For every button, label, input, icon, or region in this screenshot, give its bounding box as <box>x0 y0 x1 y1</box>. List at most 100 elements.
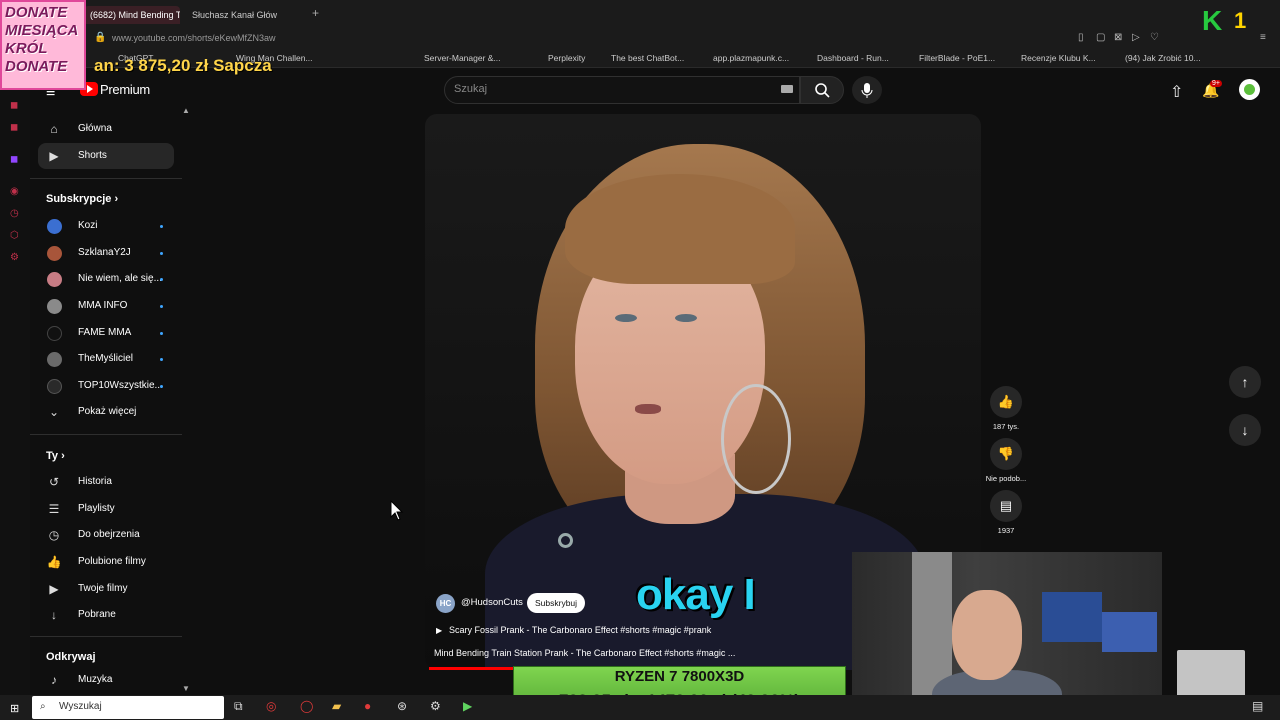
opera-gx-icon[interactable]: ◎ <box>266 699 276 713</box>
show-more-button[interactable]: ⌄ Pokaż więcej <box>38 399 174 425</box>
taskbar-search-text: Wyszukaj <box>59 701 102 712</box>
new-tab-button[interactable]: + <box>312 6 319 20</box>
settings-rail-icon[interactable]: ⚙ <box>10 252 19 263</box>
home-icon: ⌂ <box>50 122 58 136</box>
settings-icon[interactable]: ⚙ <box>430 699 441 713</box>
bookmark-item[interactable]: Perplexity <box>548 53 585 63</box>
nav-your-videos[interactable]: ▶ Twoje filmy <box>38 576 174 602</box>
play-icon[interactable]: ▷ <box>1132 32 1140 43</box>
bookmark-item[interactable]: Dashboard - Run... <box>817 53 889 63</box>
browser-tab[interactable]: Słuchasz Kanał Głów <box>186 6 304 24</box>
nav-home[interactable]: ⌂ Główna <box>38 116 174 142</box>
channel-avatar[interactable]: HC <box>436 594 455 613</box>
thumbs-up-icon: 👍 <box>997 394 1015 409</box>
folder-icon[interactable]: ▰ <box>332 699 341 713</box>
subscriptions-heading[interactable]: Subskrypcje › <box>46 193 118 205</box>
bookmark-item[interactable]: app.plazmapunk.c... <box>713 53 789 63</box>
new-content-dot <box>160 225 163 228</box>
nav-label: Pokaż więcej <box>78 406 137 417</box>
notification-center-icon[interactable]: ▤ <box>1252 699 1263 713</box>
twitch-icon[interactable]: ◼ <box>10 154 18 165</box>
video-caption: okay I <box>636 570 756 619</box>
nav-label: Muzyka <box>78 674 113 685</box>
messenger-icon[interactable]: ◼ <box>10 100 18 111</box>
history-icon: ↺ <box>48 475 60 489</box>
scroll-down-arrow[interactable]: ▼ <box>182 684 190 693</box>
nav-watch-later[interactable]: ◷ Do obejrzenia <box>38 522 174 548</box>
channel-name[interactable]: @HudsonCuts <box>461 597 523 608</box>
account-avatar[interactable] <box>1239 79 1260 100</box>
k1-letter-1: 1 <box>1234 8 1246 33</box>
screenshot-icon[interactable]: ▢ <box>1096 32 1105 43</box>
previous-short-button[interactable]: ↑ <box>1229 366 1261 398</box>
menu-dots-icon[interactable]: ≡ <box>1260 32 1266 43</box>
player-icon[interactable]: ◉ <box>10 186 19 197</box>
like-button[interactable]: 👍 <box>990 386 1022 418</box>
bookmark-item[interactable]: The best ChatBot... <box>611 53 684 63</box>
sub-item[interactable]: TOP10Wszystkie... <box>38 373 174 399</box>
extension-icon[interactable]: ⊠ <box>1114 32 1122 43</box>
donate-line: DONATE <box>5 58 68 75</box>
dislike-button[interactable]: 👎 <box>990 438 1022 470</box>
url-field[interactable]: www.youtube.com/shorts/eKewMfZN3aw <box>112 33 276 43</box>
keyboard-icon[interactable] <box>781 85 793 93</box>
microphone-icon <box>861 83 873 98</box>
sidebar-divider <box>30 636 182 637</box>
chevron-right-icon: › <box>61 450 65 462</box>
video-title[interactable]: Mind Bending Train Station Prank - The C… <box>434 648 735 658</box>
like-count: 187 tys. <box>992 422 1020 431</box>
video-frame-eye <box>675 314 697 322</box>
history-rail-icon[interactable]: ◷ <box>10 208 19 219</box>
donate-line: MIESIĄCA <box>5 22 79 39</box>
sub-item[interactable]: Kozi <box>38 213 174 239</box>
sub-item[interactable]: TheMyśliciel <box>38 346 174 372</box>
webcam-streamer-head <box>952 590 1022 680</box>
nav-playlists[interactable]: ☰ Playlisty <box>38 496 174 522</box>
linked-video-title[interactable]: Scary Fossil Prank - The Carbonaro Effec… <box>449 625 711 635</box>
comments-button[interactable]: ▤ <box>990 490 1022 522</box>
sub-item[interactable]: MMA INFO <box>38 293 174 319</box>
cube-icon[interactable]: ⬡ <box>10 230 19 241</box>
search-button[interactable] <box>800 76 844 104</box>
subscribe-button[interactable]: Subskrybuj <box>527 593 586 613</box>
youtube-premium-logo[interactable]: Premium <box>100 82 150 97</box>
play-icon: ▶ <box>436 626 443 635</box>
nav-liked[interactable]: 👍 Polubione filmy <box>38 549 174 575</box>
windows-start-icon[interactable]: ⊞ <box>10 702 19 715</box>
sub-item[interactable]: FAME MMA <box>38 320 174 346</box>
browser-tab-active[interactable]: (6682) Mind Bending T <box>84 6 180 24</box>
next-short-button[interactable]: ↓ <box>1229 414 1261 446</box>
task-view-icon[interactable]: ⧉ <box>234 699 243 714</box>
nav-shorts[interactable]: ▶ Shorts <box>38 143 174 169</box>
scroll-up-arrow[interactable]: ▲ <box>182 106 190 115</box>
upload-icon[interactable]: ⇧ <box>1170 82 1183 102</box>
nav-music[interactable]: ♪ Muzyka <box>38 667 174 693</box>
nav-downloads[interactable]: ↓ Pobrane <box>38 602 174 628</box>
video-progress-bar[interactable] <box>429 667 515 670</box>
voice-search-button[interactable] <box>852 76 882 104</box>
opera-icon[interactable]: ◯ <box>300 699 313 713</box>
nav-label: Pobrane <box>78 609 116 620</box>
record-icon[interactable]: ● <box>364 699 371 713</box>
channel-avatar <box>47 246 62 261</box>
nav-history[interactable]: ↺ Historia <box>38 469 174 495</box>
sub-label: MMA INFO <box>78 300 128 311</box>
sub-item[interactable]: SzklanaY2J <box>38 240 174 266</box>
heart-icon[interactable]: ♡ <box>1150 32 1159 43</box>
comment-count: 1937 <box>997 526 1015 535</box>
download-icon: ↓ <box>51 608 57 622</box>
app-icon[interactable]: ◼ <box>10 122 18 133</box>
lock-icon: 🔒 <box>94 32 107 43</box>
bookmark-item[interactable]: FilterBlade - PoE1... <box>919 53 995 63</box>
video-frame-bangs <box>565 174 795 284</box>
search-box[interactable] <box>444 76 800 104</box>
new-content-dot <box>160 278 163 281</box>
app-icon[interactable]: ⊛ <box>397 699 407 713</box>
bookmark-item[interactable]: Server-Manager &... <box>424 53 501 63</box>
streaming-app-icon[interactable]: ▶ <box>463 699 472 713</box>
sub-item[interactable]: Nie wiem, ale się... <box>38 266 174 292</box>
bookmark-item[interactable]: (94) Jak Zrobić 10... <box>1125 53 1201 63</box>
bookmark-item[interactable]: Recenzje Klubu K... <box>1021 53 1096 63</box>
you-heading[interactable]: Ty › <box>46 450 65 462</box>
pin-icon[interactable]: ▯ <box>1078 32 1084 43</box>
